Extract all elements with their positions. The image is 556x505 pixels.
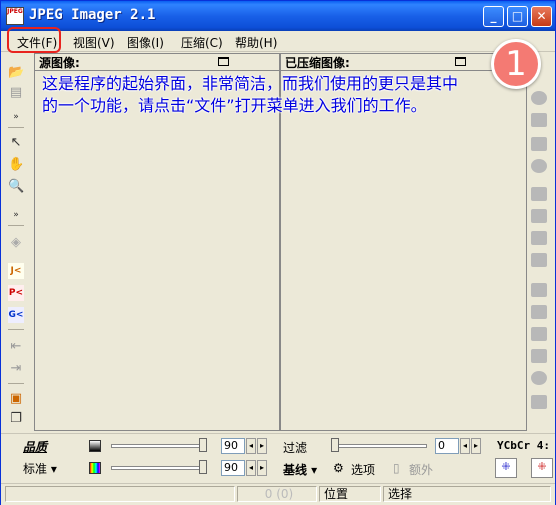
options-gear-icon[interactable]: ⚙ <box>333 461 344 475</box>
expand-chevron-icon[interactable]: » <box>8 109 24 125</box>
luminance-value-input[interactable]: 90 <box>221 438 245 454</box>
luminance-slider-thumb[interactable] <box>199 438 207 452</box>
drop-icon[interactable] <box>531 371 547 385</box>
toolbar-separator <box>8 127 24 128</box>
menu-compress[interactable]: 压缩(C) <box>181 34 223 51</box>
toolbar-separator-4 <box>8 383 24 384</box>
baseline-select[interactable]: 基线 ▾ <box>283 461 317 478</box>
import-icon[interactable]: ⇤ <box>8 339 24 355</box>
filter-decrease-button[interactable]: ◂ <box>460 438 470 454</box>
window-title: JPEG Imager 2.1 <box>29 7 156 23</box>
subsampling-red-icon[interactable]: ⁜ <box>531 458 553 478</box>
status-cell-empty <box>5 486 235 502</box>
filter-label: 过滤 <box>283 441 308 455</box>
brightness-icon[interactable] <box>531 91 547 105</box>
save-icon[interactable]: ▣ <box>8 391 24 407</box>
chrominance-increase-button[interactable]: ▸ <box>257 460 267 476</box>
luminance-slider-track[interactable] <box>111 444 207 448</box>
source-panel-title: 源图像: <box>39 56 80 70</box>
menu-view[interactable]: 视图(V) <box>73 34 115 51</box>
file-menu-highlight <box>7 27 61 53</box>
gif-format-icon[interactable]: G< <box>8 307 24 323</box>
zoom-icon[interactable]: 🔍 <box>8 179 24 195</box>
windows-icon[interactable]: ❐ <box>8 411 24 427</box>
histogram-icon[interactable] <box>531 137 547 151</box>
step-badge: 1 <box>491 39 541 89</box>
filter-slider-track[interactable] <box>331 444 427 448</box>
close-button[interactable]: ✕ <box>531 6 552 27</box>
luminance-increase-button[interactable]: ▸ <box>257 438 267 454</box>
options-button[interactable]: 选项 <box>351 461 375 478</box>
source-maximize-icon[interactable] <box>218 57 229 66</box>
minimize-button[interactable]: _ <box>483 6 504 27</box>
app-window: JPEG JPEG Imager 2.1 _ □ ✕ 文件(F) 视图(V) 图… <box>0 0 556 505</box>
open-folder-icon[interactable]: 📂 <box>8 65 24 81</box>
flip-icon[interactable] <box>531 187 547 201</box>
luminance-swatch <box>89 440 101 452</box>
toolbar-separator-3 <box>8 329 24 330</box>
extra-icon: ▯ <box>393 461 400 475</box>
chrominance-value-input[interactable]: 90 <box>221 460 245 476</box>
chrominance-slider-track[interactable] <box>111 466 207 470</box>
subsampling-blue-icon[interactable]: ⁜ <box>495 458 517 478</box>
compressed-maximize-icon[interactable] <box>455 57 466 66</box>
png-format-icon[interactable]: P< <box>8 285 24 301</box>
expand-chevron-icon-2[interactable]: » <box>8 207 24 223</box>
filter-value-input[interactable]: 0 <box>435 438 459 454</box>
export-icon[interactable]: ⇥ <box>8 361 24 377</box>
compressed-panel-title: 已压缩图像: <box>285 56 350 70</box>
paste-icon[interactable]: ▤ <box>8 85 24 101</box>
rotate-icon[interactable]: ◈ <box>8 235 24 251</box>
status-position: 位置 <box>319 486 381 502</box>
toolbar-separator-2 <box>8 225 24 226</box>
menu-help[interactable]: 帮助(H) <box>235 34 277 51</box>
grid-icon[interactable] <box>531 283 547 297</box>
resize-icon[interactable] <box>531 253 547 267</box>
luminance-decrease-button[interactable]: ◂ <box>246 438 256 454</box>
rotate-right-icon[interactable] <box>531 209 547 223</box>
chrominance-slider-thumb[interactable] <box>199 460 207 474</box>
mode-select[interactable]: 标准 ▾ <box>23 460 57 477</box>
hand-icon[interactable]: ✋ <box>8 157 24 173</box>
pointer-icon[interactable]: ↖ <box>8 135 24 151</box>
filter-icon[interactable] <box>531 305 547 319</box>
jpeg-format-icon[interactable]: J< <box>8 263 24 279</box>
left-toolbar: 📂 ▤ » ↖ ✋ 🔍 » ◈ J< P< G< ⇤ ⇥ ▣ ❐ <box>4 55 28 430</box>
status-selection: 选择 <box>383 486 551 502</box>
filter-slider-thumb[interactable] <box>331 438 339 452</box>
quality-label: 品质 <box>23 440 48 454</box>
source-panel-header: 源图像: <box>35 54 279 71</box>
crop-icon[interactable] <box>531 231 547 245</box>
instruction-text: 这是程序的起始界面，非常简洁，而我们使用的更只是其中的一个功能，请点击“文件”打… <box>42 74 459 115</box>
status-size: 0 (0) <box>237 486 317 502</box>
color-circle-icon[interactable] <box>531 159 547 173</box>
status-bar: 0 (0) 位置 选择 <box>1 483 555 505</box>
right-toolbar <box>527 55 551 430</box>
maximize-button[interactable]: □ <box>507 6 528 27</box>
jpeg-app-icon: JPEG <box>6 7 24 25</box>
ycbcr-label: YCbCr 4: <box>497 439 550 452</box>
contrast-icon[interactable] <box>531 113 547 127</box>
menu-image[interactable]: 图像(I) <box>127 34 164 51</box>
compressed-panel-header: 已压缩图像: <box>281 54 526 71</box>
sharpen-icon[interactable] <box>531 327 547 341</box>
filter-increase-button[interactable]: ▸ <box>471 438 481 454</box>
chrominance-decrease-button[interactable]: ◂ <box>246 460 256 476</box>
extra-button: 额外 <box>409 463 434 477</box>
compression-controls: 品质 标准 ▾ 90 ◂ ▸ 90 ◂ ▸ 过滤 0 ◂ ▸ 基线 ▾ ⚙ 选项… <box>1 433 555 484</box>
chrominance-swatch <box>89 462 101 474</box>
title-bar[interactable]: JPEG JPEG Imager 2.1 _ □ ✕ <box>1 1 555 31</box>
menu-bar: 文件(F) 视图(V) 图像(I) 压缩(C) 帮助(H) <box>1 31 555 52</box>
blur-icon[interactable] <box>531 349 547 363</box>
frame-icon[interactable] <box>531 395 547 409</box>
